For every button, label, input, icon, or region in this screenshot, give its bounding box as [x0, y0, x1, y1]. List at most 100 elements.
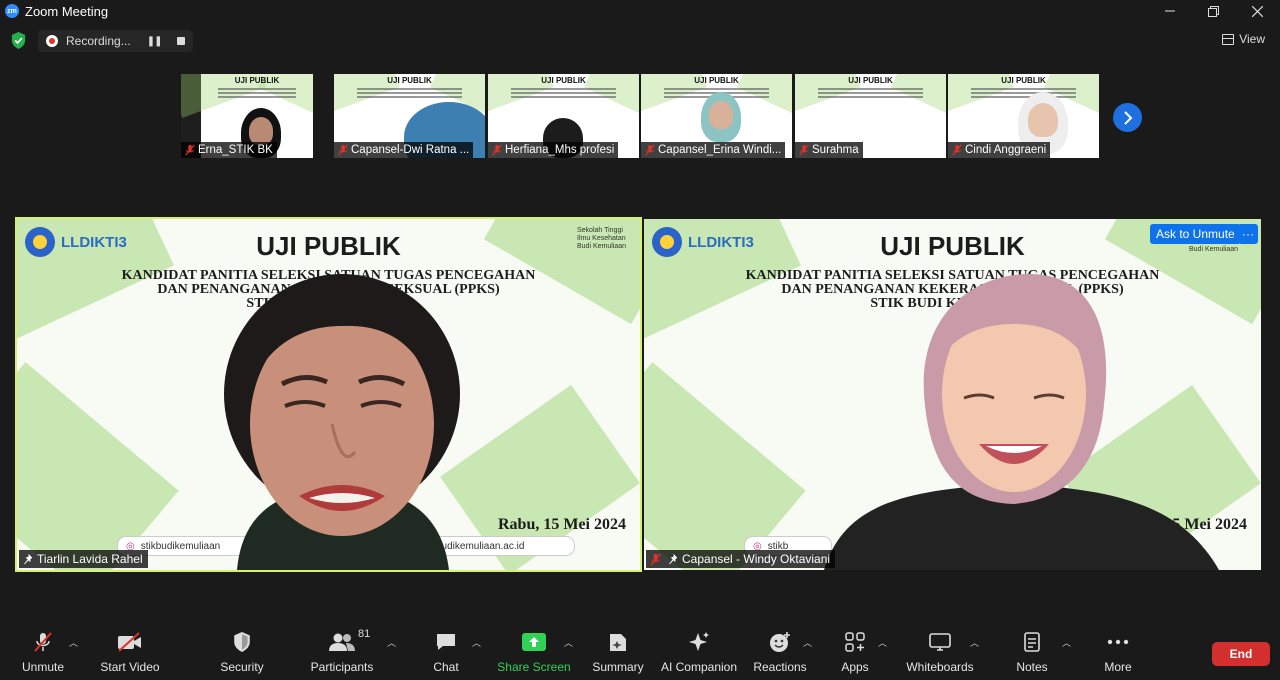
participant-name: Capansel - Windy Oktaviani — [682, 552, 831, 566]
social-handle-text: stikbudikemuliaan — [140, 540, 221, 552]
chevron-right-icon — [1123, 110, 1132, 125]
view-button[interactable]: View — [1222, 32, 1265, 46]
pin-icon — [23, 553, 33, 564]
start-video-button[interactable]: Start Video — [85, 630, 175, 674]
muted-mic-icon — [799, 144, 809, 156]
chat-bubble-icon — [437, 634, 455, 650]
participant-name-label: Capansel - Windy Oktaviani — [646, 550, 836, 568]
thumbnail-name-label: Capansel_Erina Windi... — [641, 142, 786, 158]
muted-mic-icon — [338, 144, 348, 156]
thumbnail-participant-name: Erna_STIK BK — [198, 144, 273, 156]
thumbnail-slide-subtitle — [356, 86, 463, 100]
thumbnail-participant-name: Capansel-Dwi Ratna ... — [351, 144, 470, 156]
participant-video-windy — [824, 274, 1219, 570]
notes-icon — [1024, 632, 1040, 652]
unmute-label: Unmute — [21, 660, 65, 674]
security-button[interactable]: Security — [197, 630, 287, 674]
participant-thumbnail[interactable]: UJI PUBLIK Herfiana_Mhs profesi — [488, 74, 639, 158]
meeting-top-bar: Recording... ❚❚ View — [0, 28, 1280, 54]
summary-button[interactable]: Summary — [573, 630, 663, 674]
apps-grid-icon — [845, 632, 865, 652]
video-off-icon — [118, 632, 141, 652]
thumbnail-slide-subtitle — [970, 86, 1077, 100]
participant-video-face-skin — [1028, 103, 1058, 138]
participants-button[interactable]: 81 Participants — [297, 628, 387, 674]
ai-companion-label: AI Companion — [660, 660, 738, 674]
participant-thumbnail[interactable]: UJI PUBLIK Cindi Anggraeni — [948, 74, 1099, 158]
video-tile-active-speaker[interactable]: LLDIKTI3 Sekolah Tinggi Ilmu Kesehatan B… — [15, 217, 642, 572]
participant-thumbnail[interactable]: UJI PUBLIK Capansel_Erina Windi... — [641, 74, 792, 158]
encryption-shield-icon[interactable] — [10, 32, 27, 49]
security-shield-icon — [234, 632, 250, 652]
thumbnail-participant-name: Cindi Anggraeni — [965, 144, 1047, 156]
thumbnail-participant-name: Herfiana_Mhs profesi — [505, 144, 615, 156]
participants-count: 81 — [358, 628, 371, 640]
security-label: Security — [220, 660, 264, 674]
ask-to-unmute-button[interactable]: Ask to Unmute — [1150, 224, 1241, 244]
participants-icon — [329, 633, 355, 651]
thumbnail-slide-subtitle — [217, 86, 297, 100]
participant-thumbnail[interactable]: UJI PUBLIK Erna_STIK BK — [181, 74, 313, 158]
thumbnail-name-label: Capansel-Dwi Ratna ... — [334, 142, 474, 158]
zoom-logo-text: zm — [7, 7, 17, 15]
notes-label: Notes — [1016, 660, 1048, 674]
ai-companion-button[interactable]: AI Companion — [654, 630, 744, 674]
close-button[interactable] — [1237, 0, 1277, 22]
muted-mic-icon — [645, 144, 655, 156]
recording-indicator: Recording... ❚❚ — [38, 30, 194, 52]
more-options-dots: ··· — [1242, 227, 1254, 241]
tile-more-options-button[interactable]: ··· — [1238, 224, 1258, 244]
participant-thumbnail[interactable]: UJI PUBLIK Surahma — [795, 74, 946, 158]
end-label: End — [1229, 647, 1253, 661]
close-icon — [1251, 5, 1263, 17]
muted-mic-icon — [650, 553, 661, 565]
stop-recording-button[interactable] — [177, 37, 186, 45]
participants-label: Participants — [310, 660, 374, 674]
apps-label: Apps — [841, 660, 869, 674]
pin-icon — [668, 553, 678, 564]
next-page-button[interactable] — [1113, 103, 1142, 132]
muted-mic-icon — [952, 144, 962, 156]
minimize-button[interactable] — [1150, 0, 1190, 22]
thumbnail-participant-name: Capansel_Erina Windi... — [658, 144, 782, 156]
thumbnail-slide-subtitle — [510, 86, 617, 100]
share-screen-label: Share Screen — [497, 660, 571, 674]
share-screen-icon — [522, 633, 546, 651]
restore-button[interactable] — [1193, 0, 1233, 22]
view-label: View — [1239, 32, 1265, 46]
thumbnail-name-label: Surahma — [795, 142, 863, 158]
notes-options-caret[interactable]: ︿ — [1062, 636, 1071, 649]
audio-options-caret[interactable]: ︿ — [69, 636, 78, 649]
thumbnail-slide-subtitle — [817, 86, 924, 100]
end-meeting-button[interactable]: End — [1212, 642, 1270, 666]
record-icon — [46, 35, 58, 47]
more-label: More — [1104, 660, 1132, 674]
pause-recording-button[interactable]: ❚❚ — [147, 36, 163, 47]
thumbnail-slide-title: UJI PUBLIK — [541, 76, 586, 85]
thumbnail-name-label: Herfiana_Mhs profesi — [488, 142, 619, 158]
zoom-logo-icon: zm — [5, 4, 19, 18]
whiteboards-options-caret[interactable]: ︿ — [970, 636, 979, 649]
more-button[interactable]: More — [1073, 630, 1163, 674]
summary-label: Summary — [592, 660, 644, 674]
participant-video-face-skin — [249, 117, 273, 145]
muted-microphone-icon — [34, 632, 52, 652]
view-grid-icon — [1222, 33, 1235, 45]
video-tile-participant[interactable]: LLDIKTI3 Budi Kemuliaan UJI PUBLIK KANDI… — [644, 219, 1261, 570]
whiteboard-icon — [929, 633, 951, 651]
whiteboards-label: Whiteboards — [906, 660, 974, 674]
participant-name-label: Tiarlin Lavida Rahel — [19, 550, 148, 568]
apps-options-caret[interactable]: ︿ — [878, 636, 887, 649]
chat-options-caret[interactable]: ︿ — [472, 636, 481, 649]
thumbnail-slide-title: UJI PUBLIK — [694, 76, 739, 85]
thumbnail-slide-title: UJI PUBLIK — [1001, 76, 1046, 85]
chat-label: Chat — [433, 660, 459, 674]
participant-thumbnail[interactable]: UJI PUBLIK Capansel-Dwi Ratna ... — [334, 74, 485, 158]
ai-sparkle-icon — [689, 632, 709, 651]
thumbnail-name-label: Erna_STIK BK — [181, 142, 277, 158]
share-options-caret[interactable]: ︿ — [564, 636, 573, 649]
ask-to-unmute-label: Ask to Unmute — [1156, 227, 1235, 241]
summary-document-icon — [610, 634, 626, 651]
participants-options-caret[interactable]: ︿ — [387, 636, 396, 649]
minimize-icon — [1165, 10, 1175, 12]
